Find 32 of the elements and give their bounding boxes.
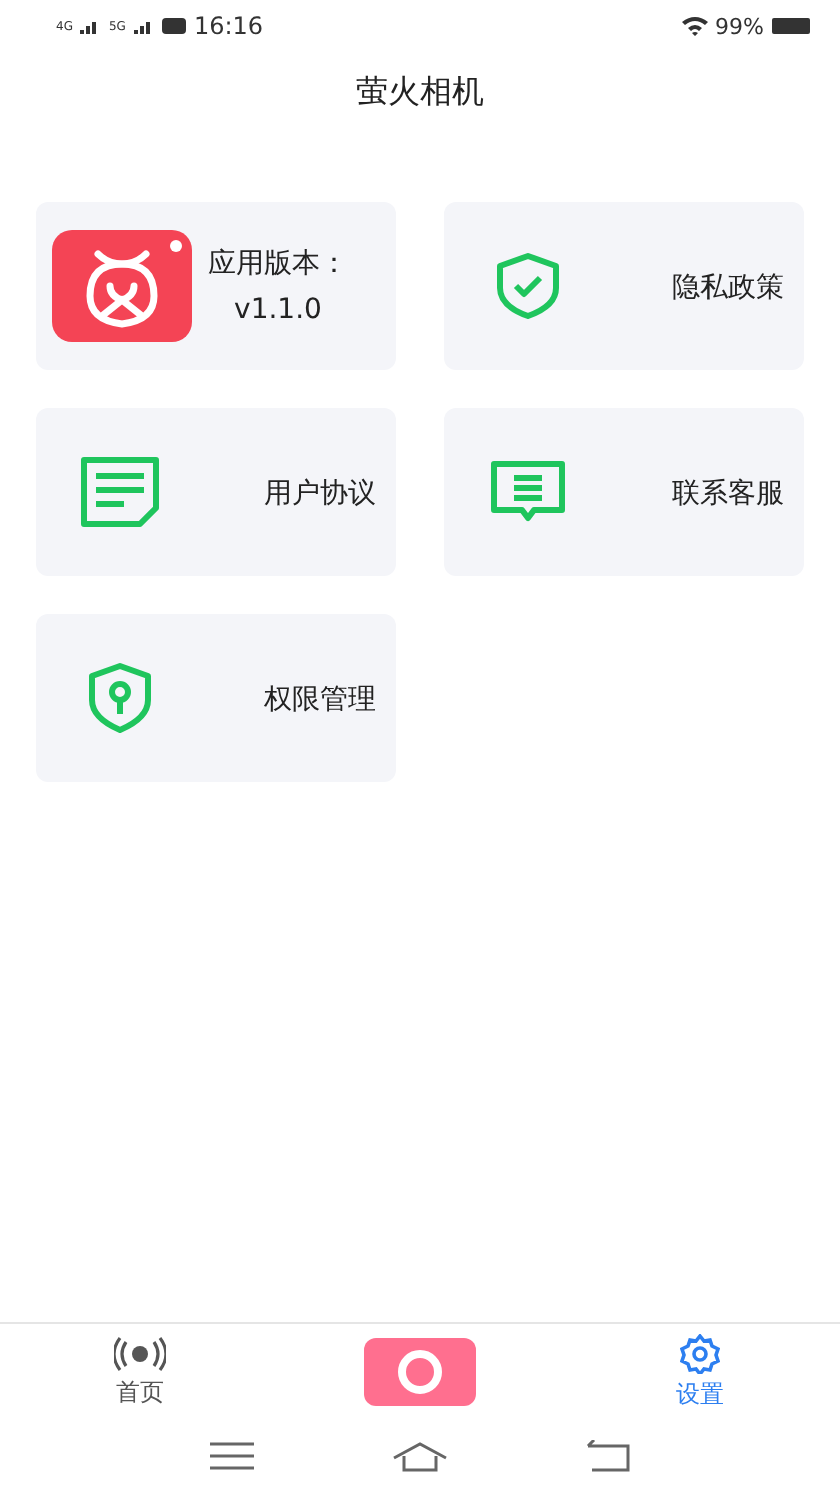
camera-shutter-icon (364, 1338, 476, 1406)
card-label: 隐私政策 (672, 272, 784, 304)
version-card[interactable]: 应用版本： v1.1.0 (36, 202, 396, 370)
card-label: 应用版本： (208, 246, 348, 282)
settings-card[interactable]: 隐私政策 (444, 202, 804, 370)
wifi-icon (681, 16, 708, 36)
card-label: 权限管理 (264, 684, 376, 716)
settings-card[interactable]: 权限管理 (36, 614, 396, 782)
hd-icon (161, 18, 186, 34)
menu-icon[interactable] (209, 1442, 254, 1470)
page-title: 萤火相机 (356, 72, 484, 114)
version-number: v1.1.0 (234, 294, 322, 326)
app-logo-icon (52, 230, 192, 342)
signal-icon (80, 19, 101, 33)
settings-icon (680, 1333, 720, 1373)
card-label: 联系客服 (672, 478, 784, 510)
shield-check-icon (494, 252, 562, 320)
nav-tab[interactable]: 首页 (0, 1335, 280, 1409)
home-icon[interactable] (391, 1440, 448, 1472)
chat-icon (490, 460, 566, 524)
document-icon (80, 456, 160, 528)
nav-tab[interactable]: 设置 (560, 1333, 840, 1411)
card-label: 用户协议 (264, 478, 376, 510)
broadcast-icon (114, 1335, 166, 1371)
settings-card[interactable]: 用户协议 (36, 408, 396, 576)
clock: 16:16 (193, 12, 264, 40)
battery-percent: 99% (715, 13, 764, 39)
settings-card[interactable]: 联系客服 (444, 408, 804, 576)
battery-icon (772, 18, 812, 34)
shield-key-icon (86, 662, 154, 734)
back-icon[interactable] (586, 1440, 631, 1472)
signal-icon (133, 19, 154, 33)
